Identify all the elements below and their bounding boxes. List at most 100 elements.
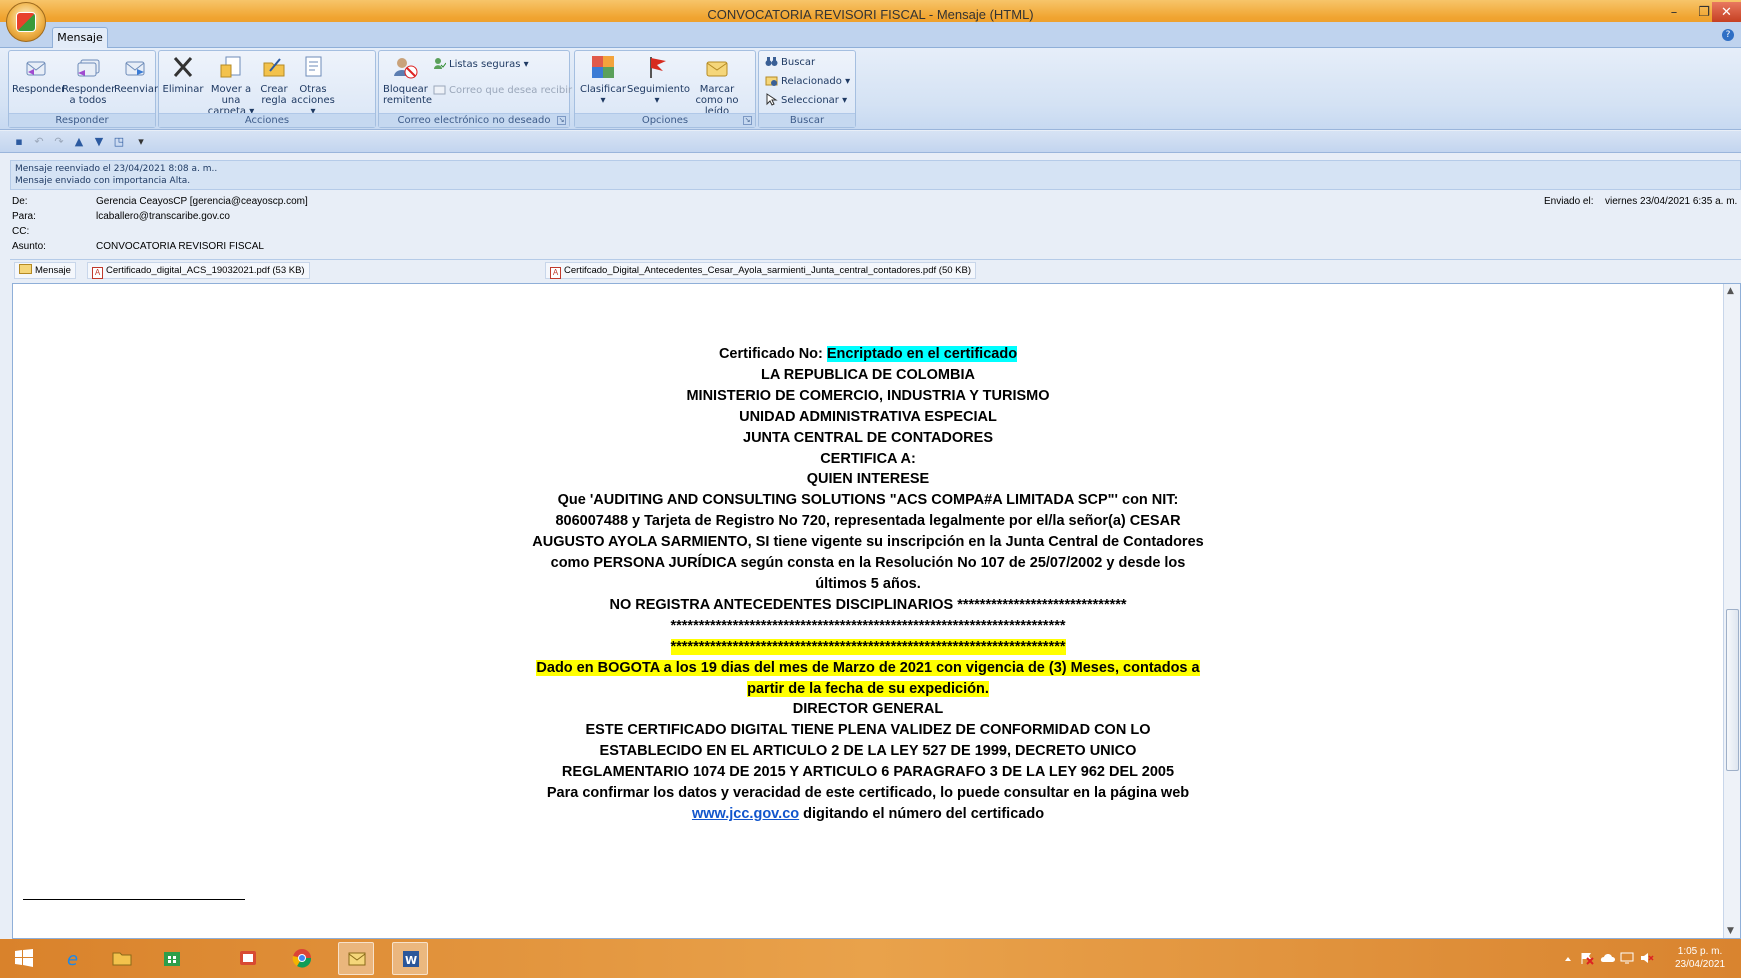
reply-all-button[interactable]: Responder a todos	[62, 53, 116, 106]
correo-dialog-launcher-icon[interactable]: ↘	[557, 116, 566, 125]
taskbar-internet-explorer[interactable]: e	[56, 942, 92, 975]
message-body[interactable]: Certificado No: Encriptado en el certifi…	[12, 283, 1741, 939]
from-value[interactable]: Gerencia CeayosCP [gerencia@ceayoscp.com…	[96, 196, 308, 207]
select-button[interactable]: Seleccionar ▾	[765, 93, 847, 109]
group-buscar-label: Buscar	[759, 113, 855, 127]
scroll-down-icon[interactable]: ▼	[1727, 926, 1734, 936]
create-rule-label: Crear regla	[260, 84, 288, 106]
group-responder: Responder Responder a todos Reenviar Res…	[8, 50, 159, 128]
print-preview-icon[interactable]: ◳	[112, 135, 126, 149]
reply-all-label: Responder a todos	[62, 84, 116, 106]
quick-access-toolbar: ▪ ↶ ↷ ▲ ▼ ◳ ▾	[0, 131, 1741, 153]
block-sender-button[interactable]: Bloquear remitente	[383, 53, 432, 106]
cert-line: QUIEN INTERESE	[806, 471, 930, 488]
certificate-content: Certificado No: Encriptado en el certifi…	[13, 344, 1723, 825]
undo-icon[interactable]: ↶	[32, 135, 46, 149]
cert-line: ****************************************…	[670, 617, 1066, 634]
cert-line: Que 'AUDITING AND CONSULTING SOLUTIONS "…	[557, 492, 1179, 509]
forward-label: Reenviar	[114, 84, 159, 95]
cert-line: DIRECTOR GENERAL	[792, 701, 944, 718]
network-icon[interactable]	[1620, 951, 1634, 965]
show-hidden-icons-icon[interactable]	[1564, 955, 1572, 963]
safe-lists-icon	[434, 58, 446, 69]
subject-label: Asunto:	[12, 241, 46, 252]
taskbar-word[interactable]: W	[392, 942, 428, 975]
safe-lists-button[interactable]: Listas seguras ▾	[433, 57, 529, 73]
info-forwarded: Mensaje reenviado el 23/04/2021 8:08 a. …	[15, 164, 218, 174]
taskbar-file-explorer[interactable]	[104, 942, 140, 975]
taskbar-chrome[interactable]	[284, 942, 320, 975]
forward-button[interactable]: Reenviar	[114, 53, 159, 95]
to-value[interactable]: lcaballero@transcaribe.gov.co	[96, 211, 230, 222]
categorize-label: Clasificar ▾	[580, 84, 626, 106]
save-icon[interactable]: ▪	[12, 135, 26, 149]
tab-mensaje[interactable]: Mensaje	[52, 27, 108, 49]
next-item-icon[interactable]: ▼	[92, 135, 106, 149]
cert-line: Dado en BOGOTA a los 19 dias del mes de …	[13, 658, 1723, 679]
group-acciones-label: Acciones	[159, 113, 375, 127]
volume-muted-icon[interactable]	[1640, 951, 1654, 965]
other-actions-button[interactable]: Otras acciones ▾	[291, 53, 335, 117]
taskbar-pdf-reader[interactable]	[230, 942, 266, 975]
help-icon[interactable]: ?	[1722, 29, 1734, 41]
from-label: De:	[12, 196, 28, 207]
internet-explorer-icon: e	[67, 949, 78, 968]
opciones-dialog-launcher-icon[interactable]: ↘	[743, 116, 752, 125]
folder-icon	[112, 952, 132, 966]
cert-line: partir de la fecha de su expedición.	[13, 679, 1723, 700]
jcc-link[interactable]: www.jcc.gov.co	[692, 806, 799, 822]
scrollbar-thumb[interactable]	[1726, 609, 1739, 771]
cert-line: ESTE CERTIFICADO DIGITAL TIENE PLENA VAL…	[585, 722, 1151, 739]
attachment-2[interactable]: A Certifcado_Digital_Antecedentes_Cesar_A…	[545, 262, 976, 279]
safe-lists-label: Listas seguras ▾	[449, 59, 529, 70]
clock-time: 1:05 p. m.	[1677, 946, 1723, 957]
group-opciones: Clasificar ▾ Seguimiento ▾ Marcar como n…	[574, 50, 756, 128]
group-correo-label: Correo electrónico no deseado ↘	[379, 113, 569, 127]
cert-line: como PERSONA JURÍDICA según consta en la…	[550, 555, 1186, 572]
clock[interactable]: 1:05 p. m. 23/04/2021	[1660, 939, 1740, 978]
office-button[interactable]	[6, 2, 46, 42]
related-icon	[765, 76, 778, 86]
pdf-icon: A	[550, 267, 561, 279]
taskbar: e W 1:05 p. m. 23/04/2021	[0, 939, 1741, 978]
outlook-icon	[348, 952, 366, 966]
create-rule-button[interactable]: Crear regla	[259, 53, 289, 106]
reply-label: Responder	[12, 84, 66, 95]
ribbon-tab-strip: Mensaje ?	[0, 22, 1741, 49]
previous-item-icon[interactable]: ▲	[72, 135, 86, 149]
message-tab[interactable]: Mensaje	[14, 262, 76, 279]
reply-button[interactable]: Responder	[12, 53, 65, 95]
delete-button[interactable]: Eliminar	[161, 53, 205, 95]
stars-highlight: ****************************************…	[670, 638, 1066, 655]
office-logo-icon	[16, 12, 36, 32]
related-label: Relacionado ▾	[781, 76, 851, 87]
action-center-flag-icon[interactable]	[1580, 951, 1594, 965]
cert-line: CERTIFICA A:	[820, 450, 916, 467]
cert-line: UNIDAD ADMINISTRATIVA ESPECIAL	[739, 408, 997, 425]
start-button[interactable]	[6, 942, 42, 975]
vertical-scrollbar[interactable]: ▲ ▼	[1723, 284, 1740, 938]
taskbar-outlook[interactable]	[338, 942, 374, 975]
find-button[interactable]: Buscar	[765, 55, 815, 71]
move-to-folder-button[interactable]: Mover a una carpeta ▾	[203, 53, 259, 117]
mark-unread-button[interactable]: Marcar como no leído	[687, 53, 747, 117]
cert-line: últimos 5 años.	[815, 575, 921, 592]
close-button[interactable]: ✕	[1712, 2, 1741, 24]
minimize-button[interactable]: –	[1660, 2, 1688, 24]
delete-x-icon	[173, 57, 193, 77]
block-sender-icon	[394, 58, 418, 79]
attachment-1[interactable]: A Certificado_digital_ACS_19032021.pdf (5…	[87, 262, 310, 279]
not-junk-label: Correo que desea recibir	[449, 85, 573, 96]
scroll-up-icon[interactable]: ▲	[1727, 286, 1734, 296]
not-junk-button[interactable]: Correo que desea recibir	[433, 83, 572, 99]
follow-up-button[interactable]: Seguimiento ▾	[627, 53, 690, 106]
taskbar-store[interactable]	[154, 942, 190, 975]
delete-label: Eliminar	[162, 84, 204, 95]
validity-line-1: Dado en BOGOTA a los 19 dias del mes de …	[536, 659, 1200, 676]
group-correo-no-deseado: Bloquear remitente Listas seguras ▾ Corr…	[378, 50, 572, 128]
onedrive-cloud-icon[interactable]	[1600, 952, 1616, 964]
customize-qat-icon[interactable]: ▾	[134, 135, 148, 149]
redo-icon[interactable]: ↷	[52, 135, 66, 149]
categorize-button[interactable]: Clasificar ▾	[579, 53, 627, 106]
related-button[interactable]: Relacionado ▾	[765, 74, 850, 90]
